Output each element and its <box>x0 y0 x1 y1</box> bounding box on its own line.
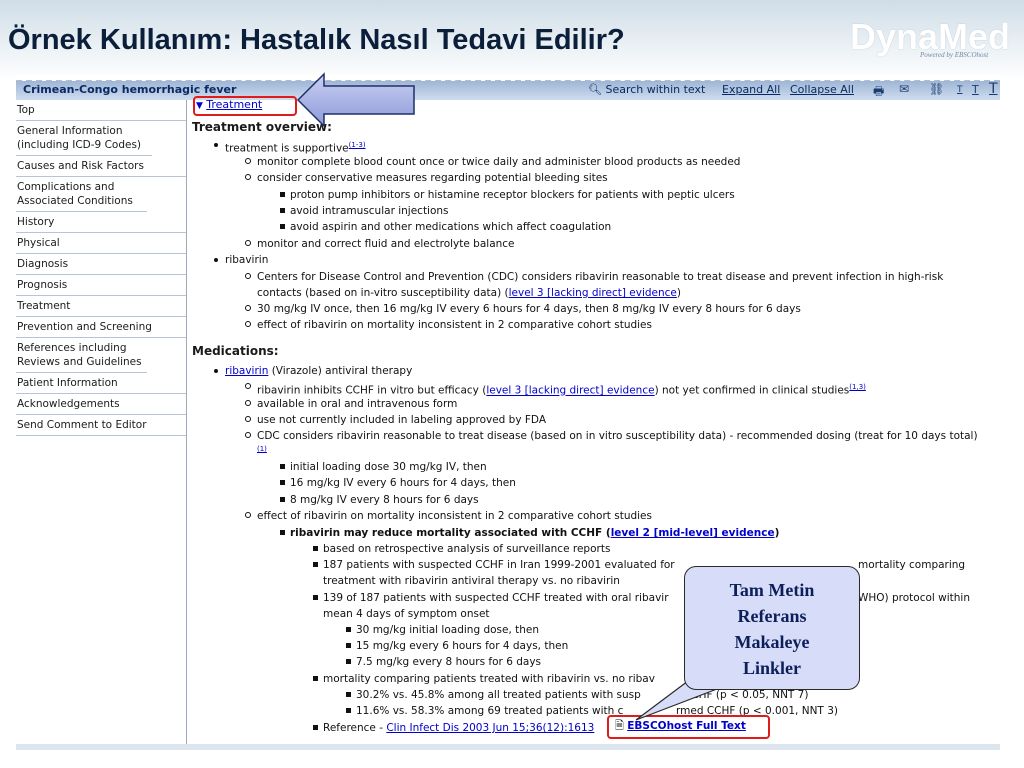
callout-line: Linkler <box>742 658 801 678</box>
callout-line: Referans <box>737 606 807 626</box>
callout-line: Makaleye <box>734 632 810 652</box>
callout-bubble: Tam Metin Referans Makaleye Linkler <box>684 566 860 690</box>
left-arrow-icon <box>296 72 415 128</box>
callout-line: Tam Metin <box>729 580 815 600</box>
annotation-arrows <box>296 72 732 721</box>
